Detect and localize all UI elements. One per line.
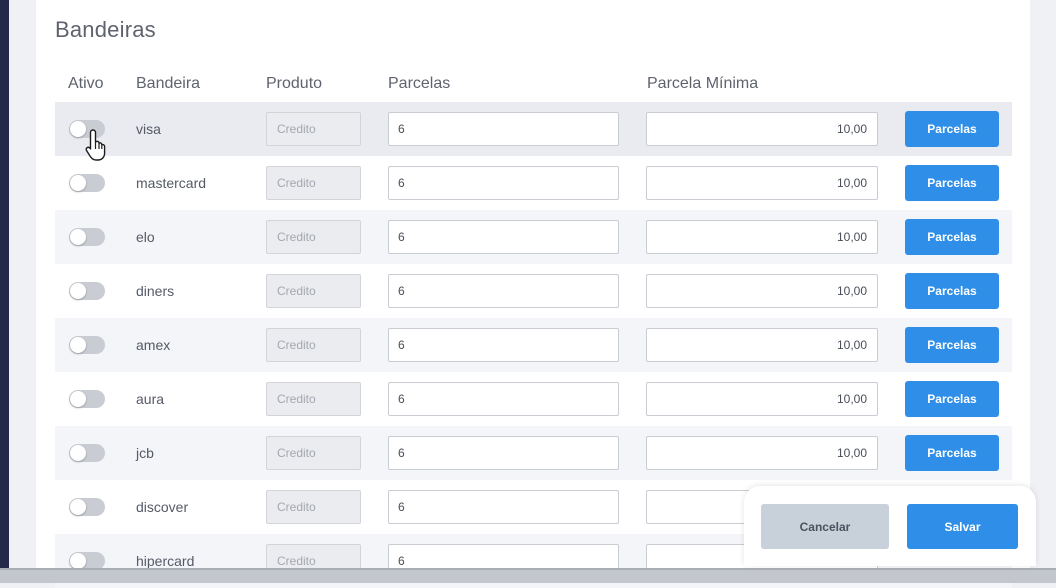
active-toggle[interactable] (69, 336, 105, 354)
min-installment-input[interactable]: 10,00 (646, 166, 878, 200)
active-toggle[interactable] (69, 444, 105, 462)
brand-name: diners (136, 283, 175, 299)
brand-name: visa (136, 121, 161, 137)
active-toggle[interactable] (69, 498, 105, 516)
min-installment-input[interactable]: 10,00 (646, 220, 878, 254)
brand-name: elo (136, 229, 155, 245)
product-field: Credito (266, 166, 361, 200)
column-header-bandeira: Bandeira (136, 75, 201, 92)
active-toggle[interactable] (69, 174, 105, 192)
bottom-scrollbar[interactable] (0, 568, 1056, 583)
column-header-parcelas: Parcelas (388, 75, 451, 92)
installments-input[interactable]: 6 (388, 166, 619, 200)
cancel-button[interactable]: Cancelar (761, 504, 889, 549)
product-field: Credito (266, 220, 361, 254)
table-row: elo Credito 6 10,00 Parcelas (55, 210, 1012, 264)
brand-name: mastercard (136, 175, 207, 191)
installments-input[interactable]: 6 (388, 112, 619, 146)
parcelas-button[interactable]: Parcelas (905, 165, 999, 201)
column-header-ativo: Ativo (68, 75, 104, 92)
toggle-knob (70, 499, 86, 515)
toggle-knob (70, 283, 86, 299)
parcelas-button[interactable]: Parcelas (905, 273, 999, 309)
installments-input[interactable]: 6 (388, 220, 619, 254)
installments-input[interactable]: 6 (388, 382, 619, 416)
table-row: amex Credito 6 10,00 Parcelas (55, 318, 1012, 372)
min-installment-input[interactable]: 10,00 (646, 382, 878, 416)
parcelas-button[interactable]: Parcelas (905, 435, 999, 471)
product-field: Credito (266, 328, 361, 362)
footer-actions: Cancelar Salvar (744, 486, 1036, 566)
toggle-knob (70, 229, 86, 245)
active-toggle[interactable] (69, 390, 105, 408)
installments-input[interactable]: 6 (388, 436, 619, 470)
save-button[interactable]: Salvar (907, 504, 1018, 549)
toggle-knob (70, 175, 86, 191)
table-row: mastercard Credito 6 10,00 Parcelas (55, 156, 1012, 210)
column-header-produto: Produto (266, 75, 323, 92)
parcelas-button[interactable]: Parcelas (905, 327, 999, 363)
brand-name: amex (136, 337, 171, 353)
hand-pointer-icon (85, 129, 106, 161)
table-row: visa Credito 6 10,00 Parcelas (55, 102, 1012, 156)
installments-input[interactable]: 6 (388, 328, 619, 362)
brand-name: jcb (136, 445, 154, 461)
parcelas-button[interactable]: Parcelas (905, 111, 999, 147)
min-installment-input[interactable]: 10,00 (646, 112, 878, 146)
active-toggle[interactable] (69, 228, 105, 246)
brand-name: hipercard (136, 553, 195, 569)
product-field: Credito (266, 436, 361, 470)
toggle-knob (70, 391, 86, 407)
min-installment-input[interactable]: 10,00 (646, 274, 878, 308)
installments-input[interactable]: 6 (388, 490, 619, 524)
table-row: jcb Credito 6 10,00 Parcelas (55, 426, 1012, 480)
sidebar-edge (0, 0, 9, 583)
column-header-parcela-minima: Parcela Mínima (647, 75, 759, 92)
table-row: diners Credito 6 10,00 Parcelas (55, 264, 1012, 318)
min-installment-input[interactable]: 10,00 (646, 436, 878, 470)
toggle-knob (70, 337, 86, 353)
product-field: Credito (266, 490, 361, 524)
brand-name: aura (136, 391, 165, 407)
toggle-knob (70, 445, 86, 461)
table-row: aura Credito 6 10,00 Parcelas (55, 372, 1012, 426)
parcelas-button[interactable]: Parcelas (905, 219, 999, 255)
section-title: Bandeiras (55, 17, 156, 42)
installments-input[interactable]: 6 (388, 274, 619, 308)
min-installment-input[interactable]: 10,00 (646, 328, 878, 362)
parcelas-button[interactable]: Parcelas (905, 381, 999, 417)
product-field: Credito (266, 382, 361, 416)
brand-name: discover (136, 499, 189, 515)
toggle-knob (70, 553, 86, 569)
product-field: Credito (266, 112, 361, 146)
active-toggle[interactable] (69, 282, 105, 300)
product-field: Credito (266, 274, 361, 308)
